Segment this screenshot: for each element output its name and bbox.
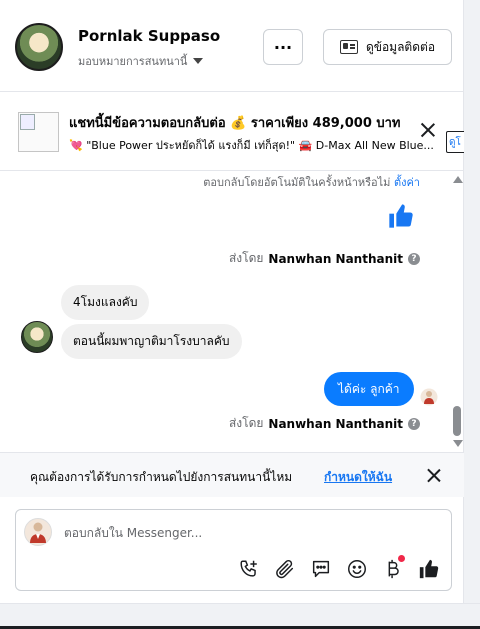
paperclip-icon[interactable] [274, 558, 296, 580]
phone-add-icon[interactable] [238, 558, 260, 580]
outgoing-message[interactable]: ได้ค่ะ ลูกค้า [324, 372, 414, 406]
assign-reminder-text: คุณต้องการได้รับการกำหนดไปยังการสนทนานี้… [30, 470, 293, 484]
view-contact-info-label: ดูข้อมูลติดต่อ [365, 39, 436, 54]
sent-by-prefix: ส่งโดย [228, 251, 264, 265]
scroll-up-arrow-icon[interactable] [453, 176, 463, 183]
close-icon[interactable] [426, 468, 441, 483]
auto-reply-suggestion: ตอบกลับโดยอัตโนมัติในครั้งหน้าหรือไม่ ตั… [203, 173, 420, 191]
close-icon[interactable] [419, 121, 437, 139]
message-composer [15, 509, 452, 591]
message-thread: ตอบกลับโดยอัตโนมัติในครั้งหน้าหรือไม่ ตั… [0, 172, 464, 452]
auto-reply-settings-link[interactable]: ตั้งค่า [394, 176, 420, 189]
contact-avatar[interactable] [15, 23, 63, 71]
caret-down-icon [193, 58, 204, 64]
conversation-panel: Pornlak Suppaso มอบหมายการสนทนานี้ ··· ด… [0, 0, 464, 603]
assign-reminder-bar: คุณต้องการได้รับการกำหนดไปยังการสนทนานี้… [0, 452, 464, 497]
contact-avatar-small[interactable] [21, 321, 53, 353]
conversation-header: Pornlak Suppaso มอบหมายการสนทนานี้ ··· ด… [0, 0, 464, 92]
ad-context-banner: แชทนี้มีข้อความตอบกลับต่อ 💰 ราคาเพียง 48… [0, 93, 464, 171]
thumbs-up-icon [389, 204, 413, 228]
view-contact-info-button[interactable]: ดูข้อมูลติดต่อ [323, 29, 452, 65]
ad-subtitle: 💘 "Blue Power ประหยัดก็ได้ แรงก็มี เท่ก็… [69, 139, 434, 152]
ellipsis-icon: ··· [273, 37, 293, 57]
sent-by-prefix: ส่งโดย [228, 416, 264, 430]
auto-reply-text: ตอบกลับโดยอัตโนมัติในครั้งหน้าหรือไม่ [203, 176, 391, 189]
view-ad-button[interactable]: ดูโ [446, 131, 464, 153]
ad-title: แชทนี้มีข้อความตอบกลับต่อ 💰 ราคาเพียง 48… [69, 116, 401, 131]
notification-dot [398, 555, 405, 562]
contact-name[interactable]: Pornlak Suppaso [78, 27, 220, 45]
help-icon[interactable]: ? [408, 417, 420, 430]
scroll-down-arrow-icon[interactable] [453, 440, 463, 447]
chat-bubble-icon[interactable] [310, 558, 332, 580]
seen-avatar-icon [420, 388, 438, 406]
page-background [464, 0, 480, 629]
assign-to-me-link[interactable]: กำหนดให้ฉัน [324, 468, 392, 487]
sent-by-label: ส่งโดย Nanwhan Nanthanit ? [229, 249, 420, 268]
message-scrollbar[interactable] [451, 172, 463, 452]
payment-button[interactable] [382, 555, 405, 580]
contact-card-icon [339, 40, 358, 54]
thumbs-up-icon[interactable] [418, 558, 440, 580]
page-avatar-icon [24, 518, 52, 546]
page-footer-background [0, 603, 480, 629]
scrollbar-thumb[interactable] [453, 406, 461, 436]
assign-conversation-dropdown[interactable]: มอบหมายการสนทนานี้ [78, 52, 204, 70]
assign-label: มอบหมายการสนทนานี้ [78, 55, 188, 68]
sender-name: Nanwhan Nanthanit [268, 416, 403, 431]
reply-input[interactable] [64, 526, 424, 540]
sender-name: Nanwhan Nanthanit [268, 251, 403, 266]
smiley-icon[interactable] [346, 558, 368, 580]
incoming-message[interactable]: 4โมงแลงคับ [61, 285, 150, 320]
incoming-message[interactable]: ตอนนี้ผมพาญาติมาโรงบาลคับ [61, 324, 242, 359]
help-icon[interactable]: ? [408, 252, 420, 265]
sent-by-label: ส่งโดย Nanwhan Nanthanit ? [229, 414, 420, 433]
more-options-button[interactable]: ··· [263, 29, 303, 65]
ad-thumbnail-image [18, 112, 59, 152]
